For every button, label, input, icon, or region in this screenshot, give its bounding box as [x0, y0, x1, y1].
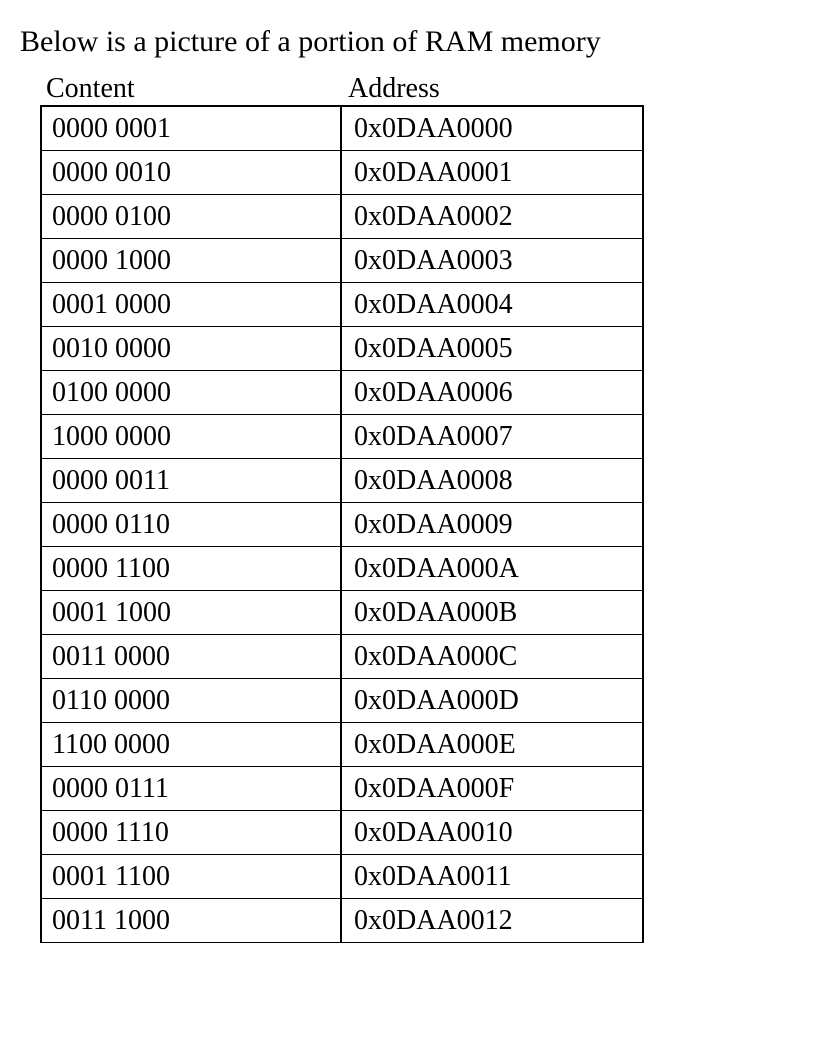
header-address: Address [348, 73, 798, 105]
content-cell: 0011 1000 [40, 899, 342, 943]
content-cell: 0011 0000 [40, 635, 342, 679]
address-cell: 0x0DAA0004 [342, 283, 644, 327]
table-row: 0011 10000x0DAA0012 [40, 899, 798, 943]
table-row: 0011 00000x0DAA000C [40, 635, 798, 679]
content-cell: 0001 0000 [40, 283, 342, 327]
table-row: 0000 00100x0DAA0001 [40, 151, 798, 195]
address-cell: 0x0DAA0001 [342, 151, 644, 195]
memory-table: 0000 00010x0DAA00000000 00100x0DAA000100… [40, 105, 798, 943]
content-cell: 0001 1100 [40, 855, 342, 899]
address-cell: 0x0DAA0008 [342, 459, 644, 503]
table-row: 0001 11000x0DAA0011 [40, 855, 798, 899]
address-cell: 0x0DAA0003 [342, 239, 644, 283]
table-row: 0000 00010x0DAA0000 [40, 105, 798, 151]
table-row: 0000 11000x0DAA000A [40, 547, 798, 591]
page-title: Below is a picture of a portion of RAM m… [20, 22, 798, 61]
content-cell: 1000 0000 [40, 415, 342, 459]
table-row: 0010 00000x0DAA0005 [40, 327, 798, 371]
table-row: 0100 00000x0DAA0006 [40, 371, 798, 415]
address-cell: 0x0DAA000B [342, 591, 644, 635]
content-cell: 0000 1000 [40, 239, 342, 283]
address-cell: 0x0DAA0006 [342, 371, 644, 415]
address-cell: 0x0DAA000D [342, 679, 644, 723]
content-cell: 0001 1000 [40, 591, 342, 635]
content-cell: 0000 0001 [40, 105, 342, 151]
table-row: 0000 00110x0DAA0008 [40, 459, 798, 503]
table-row: 0000 01100x0DAA0009 [40, 503, 798, 547]
content-cell: 0000 0011 [40, 459, 342, 503]
address-cell: 0x0DAA0005 [342, 327, 644, 371]
content-cell: 0000 0010 [40, 151, 342, 195]
content-cell: 0010 0000 [40, 327, 342, 371]
address-cell: 0x0DAA000E [342, 723, 644, 767]
content-cell: 0000 0111 [40, 767, 342, 811]
table-row: 0000 10000x0DAA0003 [40, 239, 798, 283]
table-row: 0000 11100x0DAA0010 [40, 811, 798, 855]
content-cell: 0000 0100 [40, 195, 342, 239]
table-row: 0001 10000x0DAA000B [40, 591, 798, 635]
address-cell: 0x0DAA0009 [342, 503, 644, 547]
address-cell: 0x0DAA0002 [342, 195, 644, 239]
address-cell: 0x0DAA0012 [342, 899, 644, 943]
header-content: Content [46, 73, 348, 105]
content-cell: 0000 0110 [40, 503, 342, 547]
address-cell: 0x0DAA0000 [342, 105, 644, 151]
address-cell: 0x0DAA0007 [342, 415, 644, 459]
page: Below is a picture of a portion of RAM m… [0, 0, 818, 943]
table-row: 1000 00000x0DAA0007 [40, 415, 798, 459]
column-headers: Content Address [20, 73, 798, 105]
address-cell: 0x0DAA000F [342, 767, 644, 811]
content-cell: 0000 1100 [40, 547, 342, 591]
table-row: 1100 00000x0DAA000E [40, 723, 798, 767]
address-cell: 0x0DAA000A [342, 547, 644, 591]
content-cell: 1100 0000 [40, 723, 342, 767]
content-cell: 0000 1110 [40, 811, 342, 855]
content-cell: 0100 0000 [40, 371, 342, 415]
content-cell: 0110 0000 [40, 679, 342, 723]
address-cell: 0x0DAA000C [342, 635, 644, 679]
address-cell: 0x0DAA0010 [342, 811, 644, 855]
table-row: 0110 00000x0DAA000D [40, 679, 798, 723]
table-row: 0000 01110x0DAA000F [40, 767, 798, 811]
address-cell: 0x0DAA0011 [342, 855, 644, 899]
table-row: 0001 00000x0DAA0004 [40, 283, 798, 327]
table-row: 0000 01000x0DAA0002 [40, 195, 798, 239]
